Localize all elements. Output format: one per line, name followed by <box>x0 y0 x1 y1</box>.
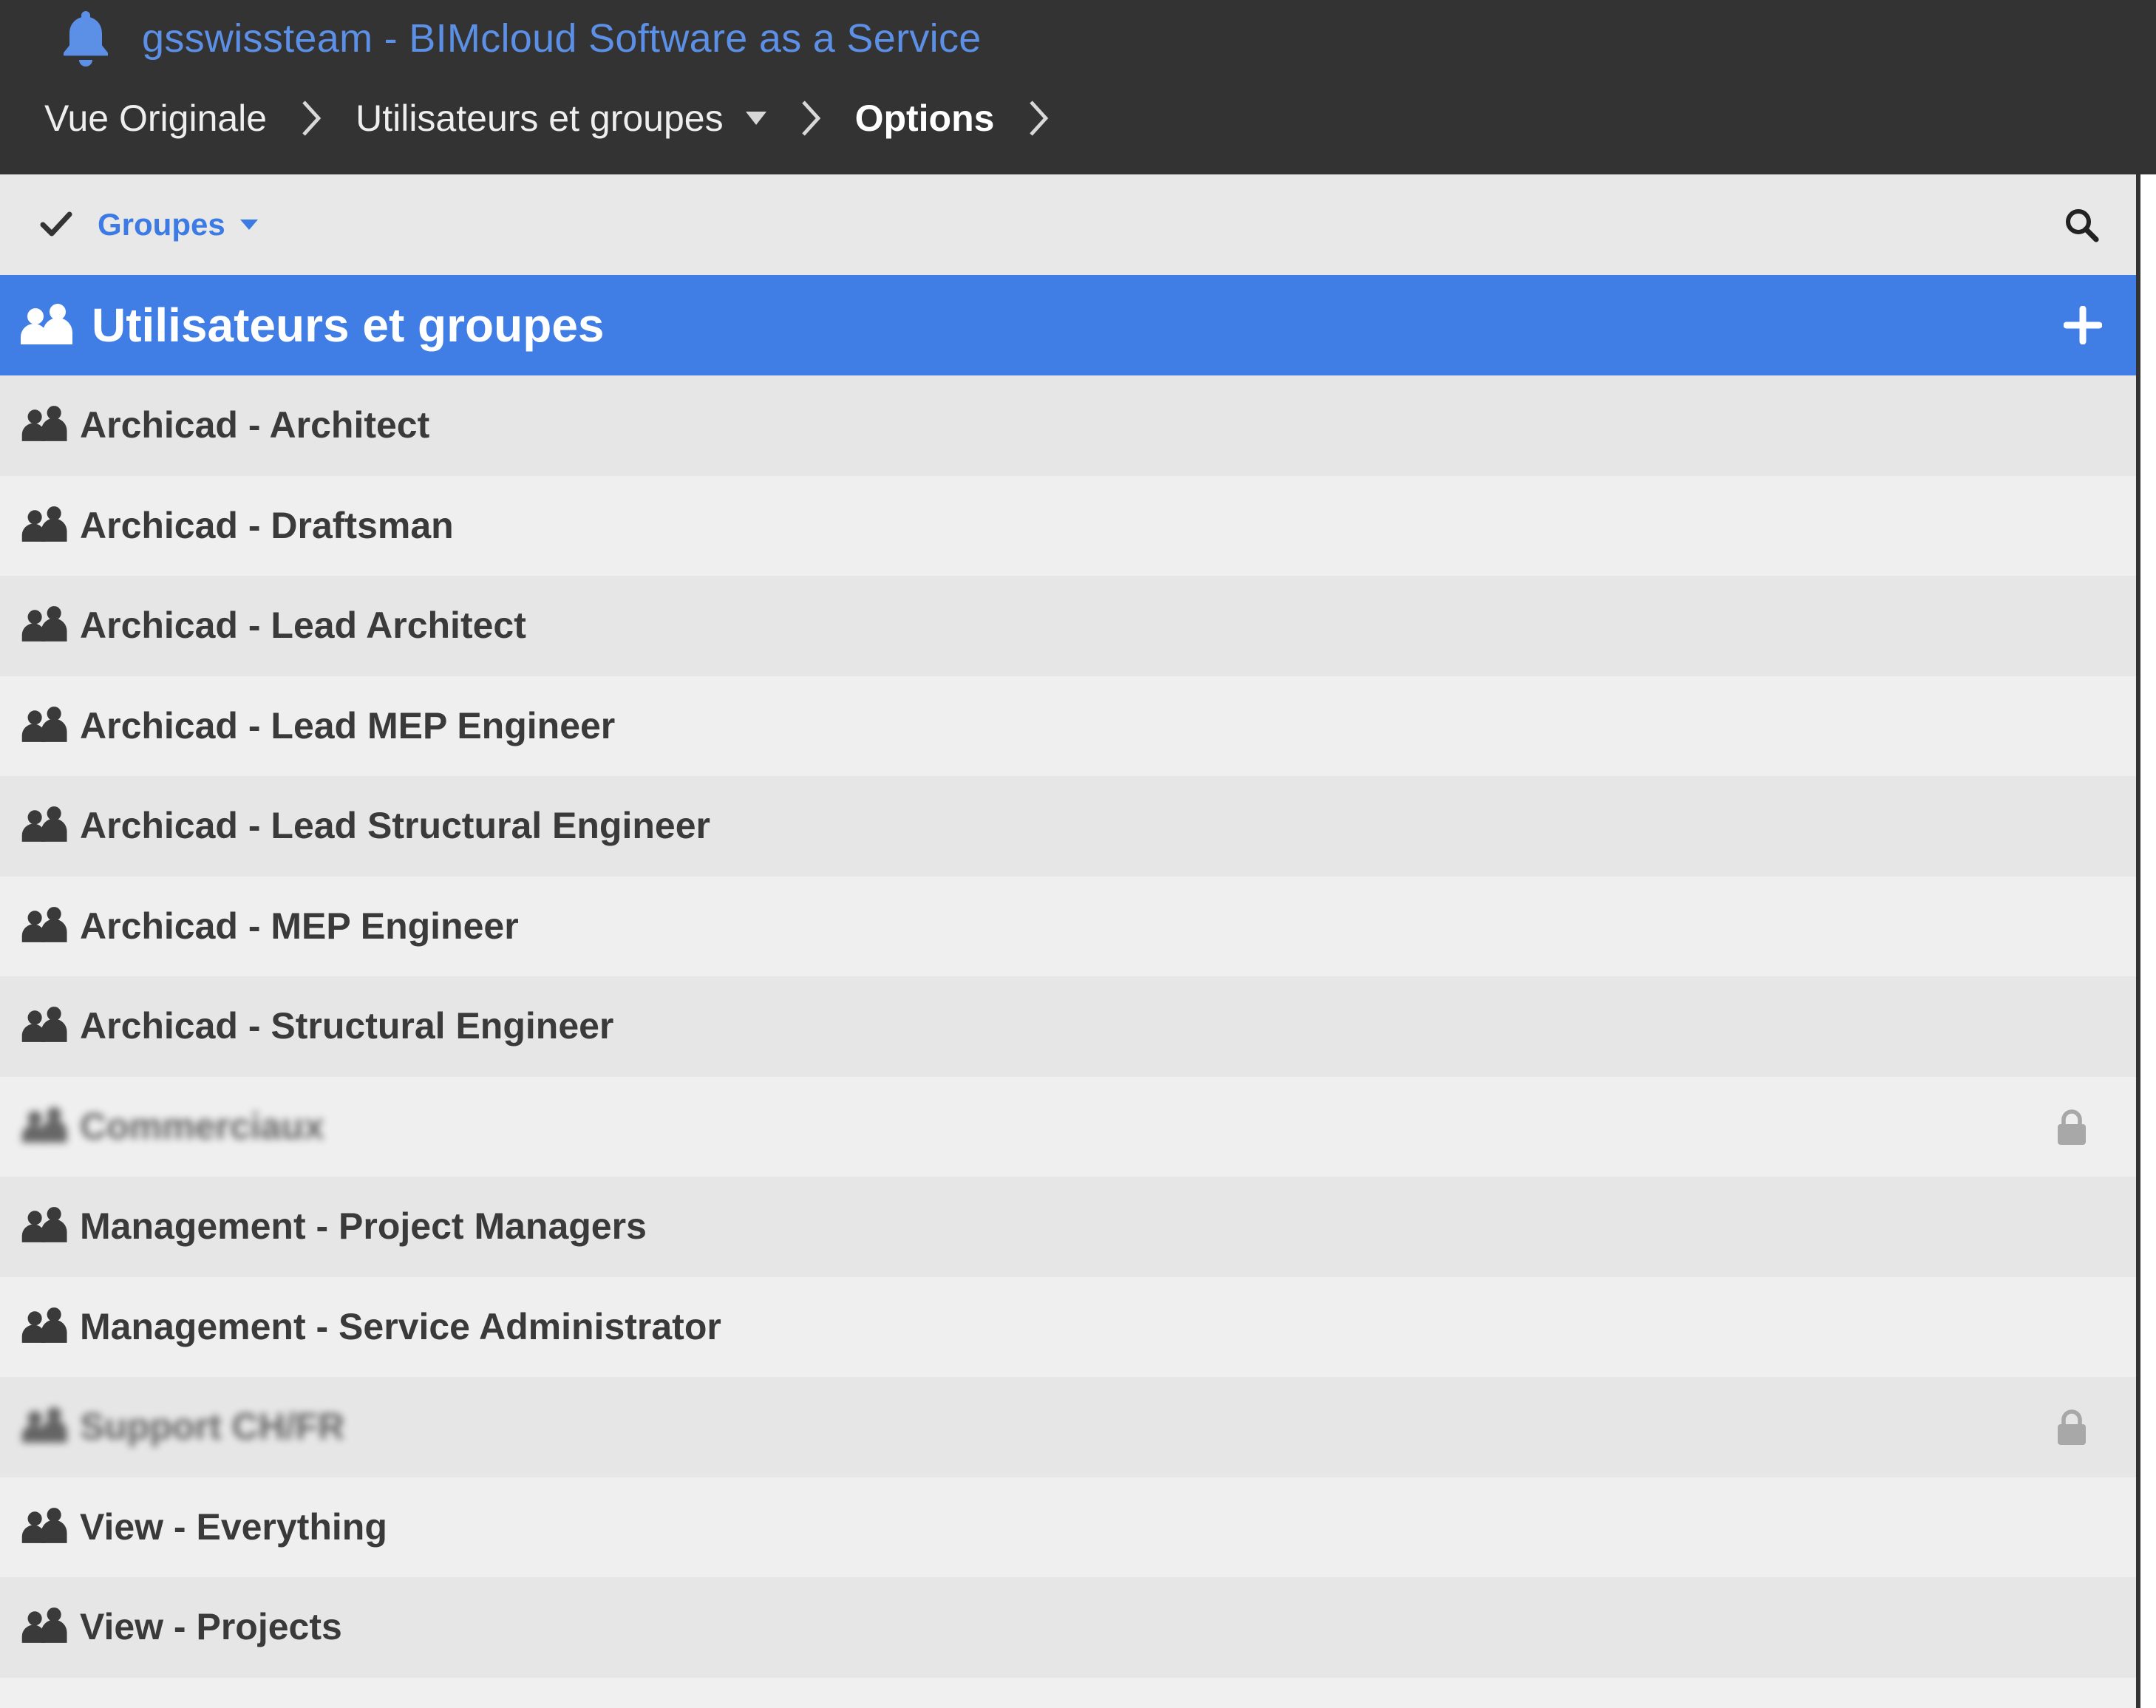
breadcrumb-item-vue-originale[interactable]: Vue Originale <box>44 97 267 140</box>
group-row[interactable]: Support CH/FR <box>0 1377 2136 1477</box>
group-row-label: Management - Service Administrator <box>80 1305 721 1347</box>
chevron-right-icon <box>801 101 820 136</box>
breadcrumb: Vue Originale Utilisateurs et groupes Op… <box>44 84 1083 152</box>
users-group-icon <box>21 406 67 441</box>
panel-header: Utilisateurs et groupes <box>0 275 2136 375</box>
lock-icon <box>2058 1109 2086 1145</box>
group-row[interactable]: Archicad - Lead Architect <box>0 576 2136 676</box>
users-group-icon <box>21 304 72 344</box>
chevron-right-icon <box>302 101 322 136</box>
users-group-icon <box>21 906 67 942</box>
users-group-icon <box>21 606 67 642</box>
group-row[interactable]: Archicad - Draftsman <box>0 475 2136 576</box>
group-row[interactable]: Archicad - Structural Engineer <box>0 976 2136 1077</box>
bell-icon[interactable] <box>59 8 112 69</box>
users-group-icon <box>21 1407 67 1443</box>
group-row[interactable]: View - Projects <box>0 1577 2136 1678</box>
group-row[interactable]: Archicad - MEP Engineer <box>0 876 2136 976</box>
top-bar: gsswissteam - BIMcloud Software as a Ser… <box>0 0 2156 174</box>
group-row-label: Archicad - MEP Engineer <box>80 905 519 947</box>
group-row-label: Archicad - Draftsman <box>80 504 454 546</box>
group-row-label: Support CH/FR <box>80 1406 345 1447</box>
users-group-icon <box>21 1207 67 1242</box>
users-group-icon <box>21 706 67 742</box>
group-row-label: Archicad - Architect <box>80 404 430 446</box>
check-icon[interactable] <box>40 210 72 238</box>
plus-icon[interactable] <box>2064 306 2102 344</box>
users-group-icon <box>21 1307 67 1343</box>
group-row[interactable]: Archicad - Lead Structural Engineer <box>0 776 2136 877</box>
search-icon[interactable] <box>2064 207 2101 244</box>
group-row-label: Management - Project Managers <box>80 1205 647 1247</box>
group-row-label: Archicad - Lead Structural Engineer <box>80 805 710 846</box>
users-group-icon <box>21 806 67 842</box>
breadcrumb-item-options[interactable]: Options <box>855 97 995 140</box>
app-title-row: gsswissteam - BIMcloud Software as a Ser… <box>59 0 982 77</box>
users-group-icon <box>21 1106 67 1143</box>
panel-title: Utilisateurs et groupes <box>92 299 605 352</box>
groups-filter-dropdown[interactable]: Groupes <box>98 204 258 245</box>
app-title[interactable]: gsswissteam - BIMcloud Software as a Ser… <box>142 16 982 61</box>
toolbar: Groupes <box>0 174 2136 276</box>
group-row-label: View - Projects <box>80 1606 342 1647</box>
groups-filter-label: Groupes <box>98 207 225 242</box>
chevron-right-icon <box>1030 101 1049 136</box>
scroll-gutter <box>2140 174 2156 1708</box>
group-row-label: Archicad - Structural Engineer <box>80 1005 614 1047</box>
group-row-label: View - Everything <box>80 1505 387 1548</box>
group-row[interactable]: View - Everything <box>0 1477 2136 1577</box>
group-row[interactable]: Management - Project Managers <box>0 1177 2136 1277</box>
group-row[interactable]: Archicad - Architect <box>0 375 2136 476</box>
breadcrumb-item-utilisateurs-et-groupes[interactable]: Utilisateurs et groupes <box>356 97 723 140</box>
users-group-icon <box>21 506 67 542</box>
group-row[interactable]: Commerciaux <box>0 1076 2136 1177</box>
users-group-icon <box>21 1007 67 1042</box>
group-row[interactable]: Archicad - Lead MEP Engineer <box>0 676 2136 776</box>
group-row[interactable]: Management - Service Administrator <box>0 1276 2136 1377</box>
caret-down-icon[interactable] <box>745 112 766 125</box>
caret-down-icon <box>239 220 258 230</box>
lock-icon <box>2058 1409 2086 1445</box>
group-row-label: Archicad - Lead Architect <box>80 605 526 646</box>
group-row-label: Commerciaux <box>80 1105 324 1147</box>
group-list: Archicad - Architect Archicad - Draftsman… <box>0 375 2136 1678</box>
users-group-icon <box>21 1607 67 1643</box>
users-group-icon <box>21 1507 67 1543</box>
group-row-label: Archicad - Lead MEP Engineer <box>80 704 616 746</box>
